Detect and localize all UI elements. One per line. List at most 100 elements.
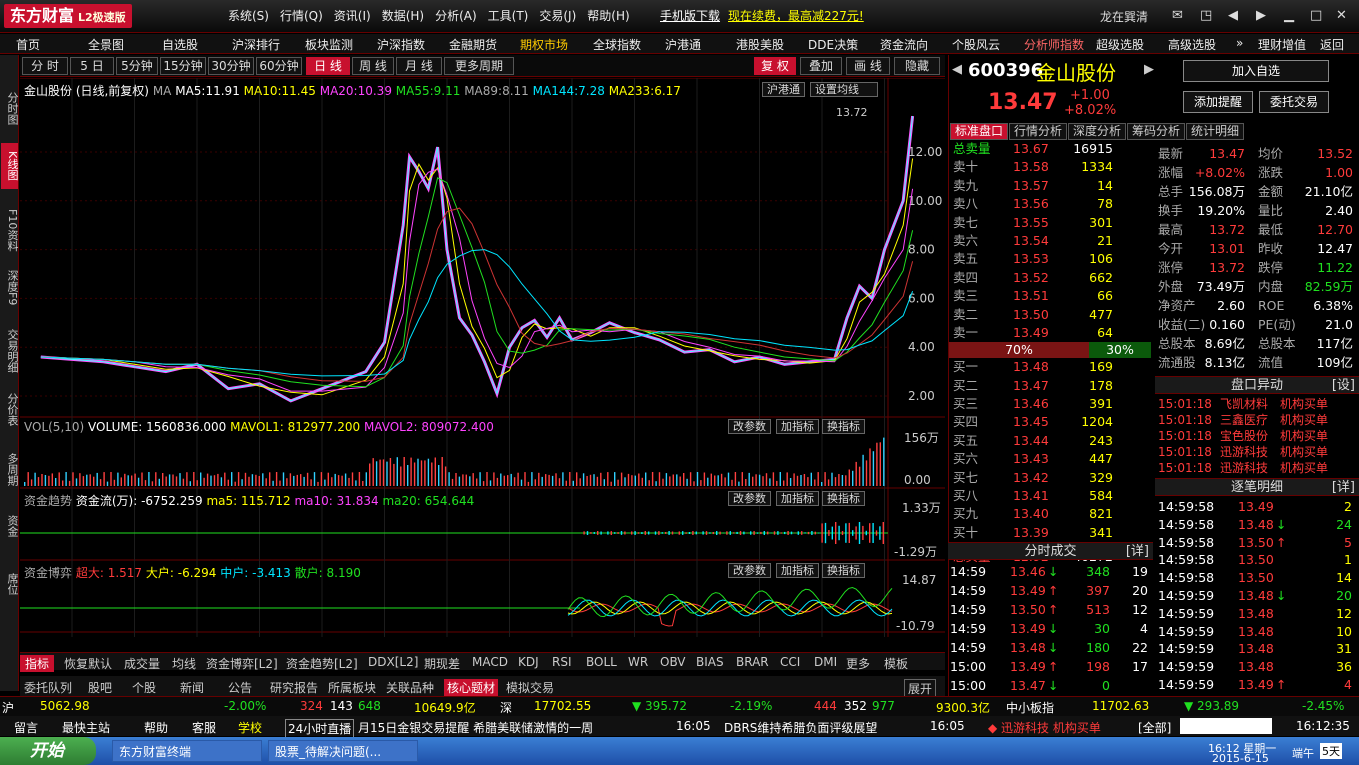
period-more[interactable]: 更多周期 <box>444 57 514 75</box>
nav-global[interactable]: 全球指数 <box>593 36 641 53</box>
nav-index[interactable]: 沪深指数 <box>377 36 425 53</box>
nav-home[interactable]: 首页 <box>16 36 40 53</box>
all-button[interactable]: [全部] <box>1138 719 1171 736</box>
ind-tab-default[interactable]: 恢复默认 <box>64 655 112 672</box>
school-link[interactable]: 学校 <box>238 719 262 736</box>
menu-info[interactable]: 资讯(I) <box>334 9 371 23</box>
nav-rank[interactable]: 沪深排行 <box>232 36 280 53</box>
rtab-standard[interactable]: 标准盘口 <box>950 123 1009 140</box>
ind-tab-more[interactable]: 更多 <box>846 655 870 672</box>
add-alert-button[interactable]: 添加提醒 <box>1183 91 1253 113</box>
menu-tools[interactable]: 工具(T) <box>488 9 529 23</box>
game-add-button[interactable]: 加指标 <box>776 563 819 578</box>
anomaly-row[interactable]: 15:01:18 迅游科技 机构买单 <box>1158 444 1358 460</box>
weather-badge[interactable]: 5天 <box>1320 743 1342 759</box>
msg-link[interactable]: 留言 <box>14 719 38 736</box>
news-item-1[interactable]: 月15日金银交易提醒 希腊美联储激情的一周 <box>358 719 593 736</box>
anomaly-row[interactable]: 15:01:18 迅游科技 机构买单 <box>1158 460 1358 476</box>
period-5day[interactable]: 5 日 <box>70 57 114 75</box>
close-icon[interactable]: ✕ <box>1336 8 1347 23</box>
vol-switch-button[interactable]: 换指标 <box>822 419 865 434</box>
ind-tab-template[interactable]: 模板 <box>884 655 908 672</box>
period-intraday[interactable]: 分 时 <box>22 57 68 75</box>
ticks-more[interactable]: [详] <box>1332 479 1355 497</box>
ind-tab-rsi[interactable]: RSI <box>552 655 572 669</box>
trend-params-button[interactable]: 改参数 <box>728 491 771 506</box>
subtab-queue[interactable]: 委托队列 <box>24 679 72 696</box>
order-button[interactable]: 委托交易 <box>1259 91 1329 113</box>
tab-price-table[interactable]: 分价表 <box>1 387 19 431</box>
ind-tab-ma[interactable]: 均线 <box>172 655 196 672</box>
taskbar-app-2[interactable]: 股票_待解决问题(... <box>268 740 418 762</box>
add-watchlist-button[interactable]: 加入自选 <box>1183 60 1329 82</box>
back-icon[interactable]: ◀ <box>1228 8 1238 23</box>
live-button[interactable]: 24小时直播 <box>285 719 355 738</box>
period-day[interactable]: 日 线 <box>306 57 350 75</box>
menu-help[interactable]: 帮助(H) <box>587 9 629 23</box>
nav-super-select[interactable]: 超级选股 <box>1096 36 1144 53</box>
subtab-related[interactable]: 关联品种 <box>386 679 434 696</box>
period-month[interactable]: 月 线 <box>396 57 442 75</box>
tab-f10[interactable]: F10资料 <box>1 205 19 255</box>
nav-analyst[interactable]: 分析师指数 <box>1024 36 1084 53</box>
nav-stock-news[interactable]: 个股风云 <box>952 36 1000 53</box>
anomaly-row[interactable]: 15:01:18 宝色股份 机构买单 <box>1158 428 1358 444</box>
mail-icon[interactable]: ✉ <box>1172 8 1183 23</box>
vol-add-button[interactable]: 加指标 <box>776 419 819 434</box>
rtab-stats[interactable]: 统计明细 <box>1186 123 1245 140</box>
nav-adv-select[interactable]: 高级选股 <box>1168 36 1216 53</box>
search-box[interactable] <box>1180 718 1272 734</box>
subtab-announce[interactable]: 公告 <box>228 679 252 696</box>
tab-kline[interactable]: K线图 <box>1 143 19 189</box>
trend-switch-button[interactable]: 换指标 <box>822 491 865 506</box>
nav-hk-us[interactable]: 港股美股 <box>736 36 784 53</box>
period-15min[interactable]: 15分钟 <box>160 57 206 75</box>
ind-tab-brar[interactable]: BRAR <box>736 655 769 669</box>
anomaly-settings[interactable]: [设] <box>1332 377 1355 395</box>
service-link[interactable]: 客服 <box>192 719 216 736</box>
nav-panorama[interactable]: 全景图 <box>88 36 124 53</box>
nav-back[interactable]: 返回 <box>1320 36 1344 53</box>
nav-sector[interactable]: 板块监测 <box>305 36 353 53</box>
period-30min[interactable]: 30分钟 <box>208 57 254 75</box>
prev-stock-icon[interactable]: ◀ <box>952 62 962 77</box>
period-60min[interactable]: 60分钟 <box>256 57 302 75</box>
ind-tab-trend[interactable]: 资金趋势[L2] <box>286 655 358 672</box>
news-item-2[interactable]: DBRS维持希腊负面评级展望 <box>724 719 877 736</box>
subtab-themes[interactable]: 核心题材 <box>444 679 499 696</box>
hide-button[interactable]: 隐藏 <box>894 57 940 75</box>
rtab-quote-analysis[interactable]: 行情分析 <box>1009 123 1068 140</box>
ind-tab-obv[interactable]: OBV <box>660 655 686 669</box>
menu-quote[interactable]: 行情(Q) <box>280 9 323 23</box>
ind-tab-spread[interactable]: 期现差 <box>424 655 460 672</box>
maximize-icon[interactable]: □ <box>1310 8 1322 23</box>
nav-hk-connect[interactable]: 沪港通 <box>665 36 701 53</box>
period-5min[interactable]: 5分钟 <box>116 57 158 75</box>
tab-multi-period[interactable]: 多周期 <box>1 443 19 495</box>
subtab-news[interactable]: 新闻 <box>180 679 204 696</box>
subtab-sector[interactable]: 所属板块 <box>328 679 376 696</box>
kline-chart[interactable]: 12.0010.008.006.004.002.0013.72200220032… <box>20 78 945 637</box>
menu-trade[interactable]: 交易(J) <box>539 9 576 23</box>
trend-add-button[interactable]: 加指标 <box>776 491 819 506</box>
nav-futures[interactable]: 金融期货 <box>449 36 497 53</box>
taskbar-app-1[interactable]: 东方财富终端 <box>112 740 262 762</box>
nav-more[interactable]: » <box>1236 36 1243 50</box>
subtab-research[interactable]: 研究报告 <box>270 679 318 696</box>
overlay-button[interactable]: 叠加 <box>800 57 842 75</box>
game-switch-button[interactable]: 换指标 <box>822 563 865 578</box>
anomaly-row[interactable]: 15:01:18 三鑫医疗 机构买单 <box>1158 412 1358 428</box>
vol-params-button[interactable]: 改参数 <box>728 419 771 434</box>
subtab-stock[interactable]: 个股 <box>132 679 156 696</box>
ind-tab-bias[interactable]: BIAS <box>696 655 724 669</box>
ind-tab-cci[interactable]: CCI <box>780 655 800 669</box>
ind-tab-ddx[interactable]: DDX[L2] <box>368 655 418 669</box>
nav-options[interactable]: 期权市场 <box>520 36 568 53</box>
start-button[interactable]: 开始 <box>0 737 96 765</box>
tab-seats[interactable]: 席位 <box>1 569 19 599</box>
ime-indicator[interactable]: 端午 <box>1292 745 1314 761</box>
nav-capital-flow[interactable]: 资金流向 <box>880 36 928 53</box>
rtab-deep-analysis[interactable]: 深度分析 <box>1068 123 1127 140</box>
anomaly-row[interactable]: 15:01:18 飞凯材料 机构买单 <box>1158 396 1358 412</box>
subtab-forum[interactable]: 股吧 <box>88 679 112 696</box>
